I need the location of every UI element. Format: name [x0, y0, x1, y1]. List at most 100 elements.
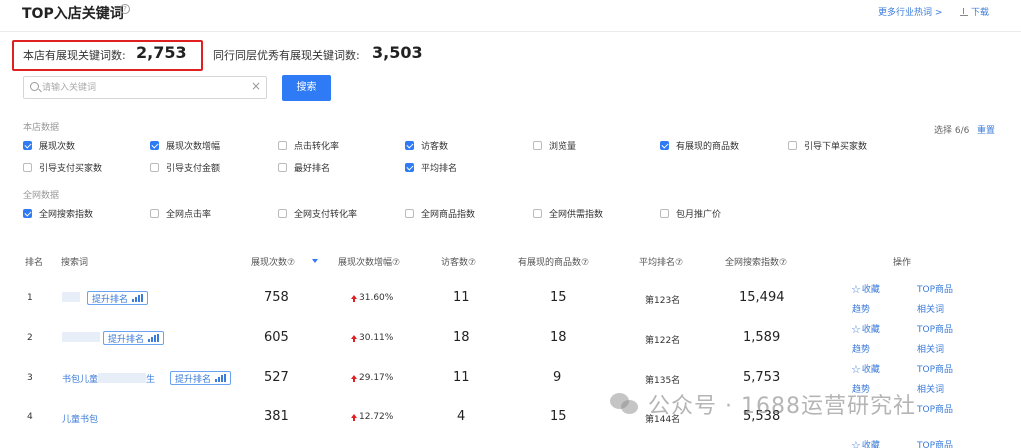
trend-link[interactable]: 趋势	[852, 342, 870, 355]
checkbox-box[interactable]	[660, 141, 669, 150]
checkbox-box[interactable]	[405, 163, 414, 172]
checkbox-label: 平均排名	[421, 164, 458, 174]
row-4-growth: 12.72%	[351, 412, 393, 422]
checkbox-network-supply-demand[interactable]: 全网供需指数	[533, 207, 603, 220]
column-header-keyword: 搜索词	[61, 258, 89, 268]
top-products-link[interactable]: TOP商品	[917, 438, 953, 448]
sort-desc-icon[interactable]	[312, 259, 318, 263]
checkbox-box[interactable]	[533, 209, 542, 218]
checkbox-impressions[interactable]: 展现次数	[23, 139, 75, 152]
row-3-impressions: 527	[264, 370, 289, 385]
row-4-keyword[interactable]: 儿童书包	[62, 412, 98, 425]
clear-icon[interactable]: ×	[251, 79, 261, 93]
column-header-impressions[interactable]: 展现次数⑦	[251, 255, 295, 268]
top-products-link[interactable]: TOP商品	[917, 402, 953, 415]
favorite-link[interactable]: ☆收藏	[851, 362, 880, 376]
checkbox-paying-buyers[interactable]: 引导支付买家数	[23, 161, 102, 174]
blurred-keyword	[98, 373, 147, 383]
growth-value: 12.72%	[359, 412, 394, 422]
top-products-link[interactable]: TOP商品	[917, 322, 953, 335]
column-header-growth[interactable]: 展现次数增幅⑦	[338, 255, 400, 268]
related-keywords-link[interactable]: 相关词	[917, 382, 944, 395]
favorite-link[interactable]: ☆收藏	[851, 322, 880, 336]
header-divider	[0, 31, 1021, 32]
column-header-products[interactable]: 有展现的商品数⑦	[518, 255, 589, 268]
related-keywords-link[interactable]: 相关词	[917, 342, 944, 355]
star-icon: ☆	[851, 283, 861, 296]
checkbox-visitors[interactable]: 访客数	[405, 139, 448, 152]
row-1-growth: 31.60%	[351, 293, 393, 303]
checkbox-label: 最好排名	[294, 164, 331, 174]
row-1-keyword-blurred[interactable]	[62, 292, 80, 305]
blurred-keyword	[62, 292, 80, 302]
checkbox-box[interactable]	[23, 209, 32, 218]
checkbox-click-conversion[interactable]: 点击转化率	[278, 139, 339, 152]
checkbox-products-shown[interactable]: 有展现的商品数	[660, 139, 739, 152]
row-2-impressions: 605	[264, 330, 289, 345]
favorite-link[interactable]: ☆收藏	[851, 282, 880, 296]
row-1-rank: 1	[27, 293, 33, 303]
arrow-up-icon	[351, 335, 357, 342]
watermark-text: 公众号 · 1688运营研究社	[648, 394, 916, 419]
checkbox-label: 点击转化率	[294, 142, 340, 152]
related-keywords-link[interactable]: 相关词	[917, 302, 944, 315]
checkbox-box[interactable]	[788, 141, 797, 150]
page-title: TOP入店关键词	[22, 6, 124, 22]
select-count: 选择 6/6	[934, 126, 970, 136]
checkbox-box[interactable]	[150, 209, 159, 218]
checkbox-label: 引导下单买家数	[804, 142, 868, 152]
checkbox-impression-growth[interactable]: 展现次数增幅	[150, 139, 220, 152]
checkbox-network-ctr[interactable]: 全网点击率	[150, 207, 211, 220]
favorite-label: 收藏	[861, 441, 880, 448]
row-4-rank: 4	[27, 412, 33, 422]
checkbox-box[interactable]	[278, 141, 287, 150]
checkbox-box[interactable]	[278, 209, 287, 218]
checkbox-network-product-index[interactable]: 全网商品指数	[405, 207, 475, 220]
checkbox-payment-amount[interactable]: 引导支付金额	[150, 161, 220, 174]
checkbox-page-views[interactable]: 浏览量	[533, 139, 576, 152]
checkbox-label: 包月推广价	[676, 210, 722, 220]
row-3-growth: 29.17%	[351, 373, 393, 383]
checkbox-label: 全网供需指数	[549, 210, 604, 220]
checkbox-box[interactable]	[533, 141, 542, 150]
boost-rank-label: 提升排名	[175, 374, 212, 385]
boost-rank-button[interactable]: 提升排名	[103, 331, 165, 345]
checkbox-box[interactable]	[23, 141, 32, 150]
checkbox-network-payment-conversion[interactable]: 全网支付转化率	[278, 207, 357, 220]
column-header-avg-rank[interactable]: 平均排名⑦	[639, 255, 683, 268]
shop-data-section-label: 本店数据	[23, 123, 60, 133]
search-input[interactable]	[42, 79, 247, 96]
search-button[interactable]: 搜索	[282, 75, 331, 101]
top-products-link[interactable]: TOP商品	[917, 282, 953, 295]
boost-rank-button[interactable]: 提升排名	[87, 291, 149, 305]
more-industry-keywords-link[interactable]: 更多行业热词 >	[878, 5, 942, 18]
checkbox-box[interactable]	[150, 163, 159, 172]
favorite-label: 收藏	[861, 365, 880, 375]
checkbox-average-rank[interactable]: 平均排名	[405, 161, 457, 174]
checkbox-box[interactable]	[23, 163, 32, 172]
reset-link[interactable]: 重置	[977, 123, 995, 136]
row-1-impressions: 758	[264, 290, 289, 305]
row-2-growth: 30.11%	[351, 333, 393, 343]
checkbox-best-rank[interactable]: 最好排名	[278, 161, 330, 174]
column-header-visitors[interactable]: 访客数⑦	[441, 255, 476, 268]
checkbox-box[interactable]	[150, 141, 159, 150]
row-2-keyword-blurred[interactable]	[62, 332, 100, 345]
help-icon[interactable]: ?	[120, 4, 130, 14]
checkbox-monthly-promo-price[interactable]: 包月推广价	[660, 207, 721, 220]
checkbox-network-search-index[interactable]: 全网搜索指数	[23, 207, 93, 220]
checkbox-box[interactable]	[660, 209, 669, 218]
favorite-link[interactable]: ☆收藏	[851, 438, 880, 448]
download-button[interactable]: 下载	[960, 5, 989, 18]
bar-chart-icon	[132, 294, 144, 302]
column-header-search-index[interactable]: 全网搜索指数⑦	[725, 255, 787, 268]
checkbox-box[interactable]	[405, 141, 414, 150]
trend-link[interactable]: 趋势	[852, 302, 870, 315]
top-products-link[interactable]: TOP商品	[917, 362, 953, 375]
row-3-keyword[interactable]: 书包儿童 生	[62, 372, 155, 385]
checkbox-box[interactable]	[405, 209, 414, 218]
checkbox-order-buyers[interactable]: 引导下单买家数	[788, 139, 867, 152]
boost-rank-button[interactable]: 提升排名	[170, 371, 232, 385]
arrow-up-icon	[351, 375, 357, 382]
checkbox-box[interactable]	[278, 163, 287, 172]
